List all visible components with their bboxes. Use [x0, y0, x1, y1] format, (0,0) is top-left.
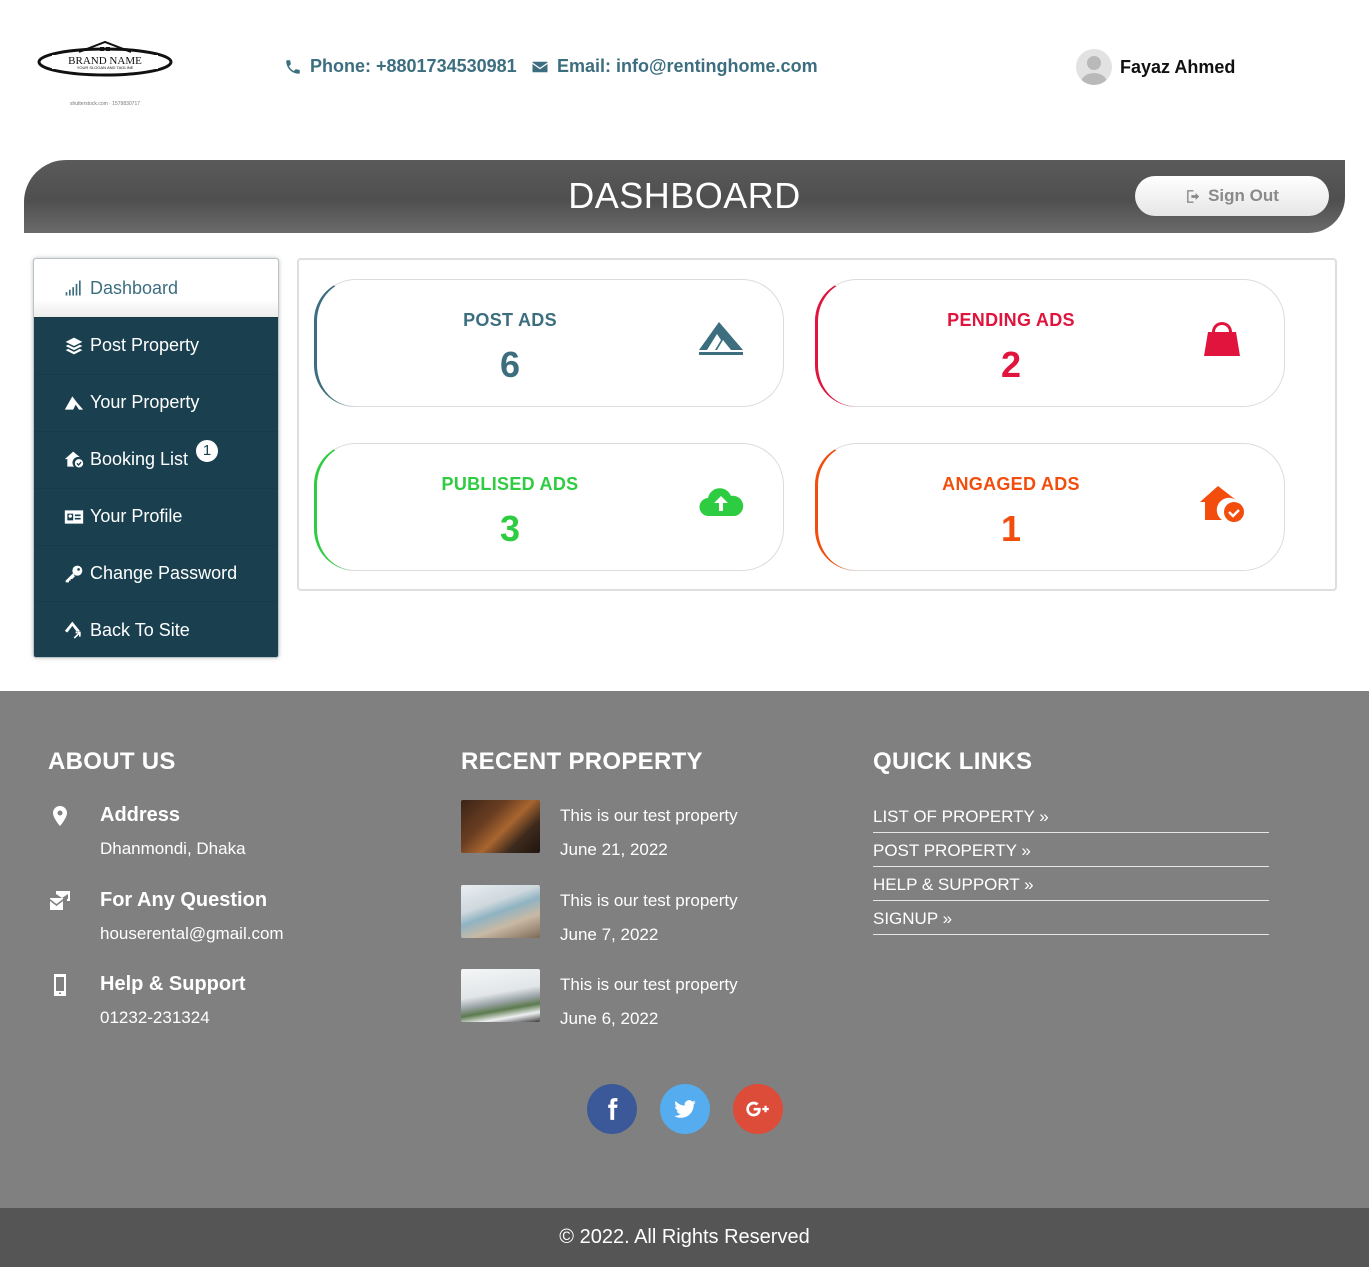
sidebar-item-label: Dashboard: [90, 277, 179, 298]
address-text: Dhanmondi, Dhaka: [100, 839, 246, 858]
google-plus-icon: [746, 1101, 769, 1117]
stat-card-pending-ads[interactable]: PENDING ADS 2: [815, 279, 1285, 407]
booking-count-badge: 1: [195, 438, 219, 463]
dashboard-banner: DASHBOARD Sign Out: [24, 160, 1345, 233]
facebook-icon: [608, 1098, 618, 1120]
sidebar-item-dashboard[interactable]: Dashboard: [34, 259, 278, 318]
question-title: For Any Question: [100, 889, 268, 911]
twitter-button[interactable]: [660, 1084, 710, 1134]
phone-text: Phone: +8801734530981: [310, 56, 517, 76]
question-email[interactable]: houserental@gmail.com: [100, 924, 284, 944]
sidebar-item-label: Booking List: [90, 449, 189, 470]
layers-icon: [65, 337, 83, 355]
shopping-bag-icon: [1198, 318, 1246, 360]
avatar[interactable]: [1076, 49, 1112, 85]
sidebar-item-your-property[interactable]: Your Property: [34, 375, 278, 432]
svg-text:shutterstock.com · 1579830717: shutterstock.com · 1579830717: [70, 101, 140, 107]
stat-value: 1: [1000, 508, 1022, 549]
quick-links-list: LIST OF PROPERTY » POST PROPERTY » HELP …: [873, 799, 1269, 935]
property-title[interactable]: This is our test property: [560, 806, 738, 826]
sidebar-item-back-to-site[interactable]: Back To Site: [34, 602, 278, 657]
sidebar-item-your-profile[interactable]: Your Profile: [34, 489, 278, 546]
cloud-upload-icon: [697, 482, 745, 524]
link-signup[interactable]: SIGNUP »: [873, 901, 1269, 935]
map-pin-icon: [48, 804, 76, 832]
quick-links-heading: QUICK LINKS: [873, 748, 1033, 775]
property-thumbnail[interactable]: [461, 885, 540, 938]
link-list-of-property[interactable]: LIST OF PROPERTY »: [873, 799, 1269, 833]
sidebar-item-change-password[interactable]: Change Password: [34, 546, 278, 603]
sidebar-item-label: Back To Site: [90, 619, 190, 640]
support-phone: 01232-231324: [100, 1008, 210, 1027]
sidebar: Dashboard Post Property Your Property Bo…: [33, 258, 279, 658]
property-thumbnail[interactable]: [461, 969, 540, 1022]
stat-card-post-ads[interactable]: POST ADS 6: [314, 279, 784, 407]
sidebar-item-label: Post Property: [90, 335, 200, 356]
property-title[interactable]: This is our test property: [560, 975, 738, 995]
address-title: Address: [100, 804, 181, 826]
stat-label: POST ADS: [463, 310, 557, 330]
sidebar-item-label: Change Password: [90, 563, 238, 583]
user-name: Fayaz Ahmed: [1120, 56, 1236, 77]
svg-text:YOUR SLOGAN AND TAGLINE: YOUR SLOGAN AND TAGLINE: [77, 65, 134, 70]
sign-out-icon: [1187, 189, 1200, 203]
phone-contact[interactable]: Phone: +8801734530981: [284, 56, 517, 77]
brand-logo[interactable]: BRAND NAME YOUR SLOGAN AND TAGLINE shutt…: [34, 38, 176, 113]
mobile-phone-icon: [48, 973, 76, 1001]
email-text: Email: info@rentinghome.com: [557, 56, 818, 76]
property-icon: [64, 396, 84, 410]
property-date: June 21, 2022: [560, 840, 668, 859]
email-contact[interactable]: Email: info@rentinghome.com: [531, 56, 818, 77]
sidebar-item-booking-list[interactable]: Booking List 1: [34, 432, 278, 489]
user-menu[interactable]: Fayaz Ahmed: [1076, 49, 1235, 85]
stat-label: PUBLISED ADS: [441, 474, 579, 494]
mail-question-icon: [48, 889, 76, 917]
sign-out-button[interactable]: Sign Out: [1135, 176, 1329, 216]
house-check-icon: [1198, 482, 1246, 524]
back-arrow-icon: [64, 622, 81, 640]
stat-value: 3: [499, 508, 521, 549]
stats-panel: POST ADS 6 PENDING ADS 2 PUBLISED ADS 3 …: [297, 258, 1337, 591]
sidebar-item-label: Your Property: [90, 392, 200, 413]
id-card-icon: [64, 509, 84, 524]
stat-card-engaged-ads[interactable]: ANGAGED ADS 1: [815, 443, 1285, 571]
stat-label: PENDING ADS: [947, 310, 1075, 330]
sidebar-item-label: Your Profile: [90, 506, 183, 527]
top-header: BRAND NAME YOUR SLOGAN AND TAGLINE shutt…: [0, 0, 1369, 135]
sidebar-item-post-property[interactable]: Post Property: [34, 318, 278, 375]
google-plus-button[interactable]: [733, 1084, 783, 1134]
copyright: © 2022. All Rights Reserved: [0, 1208, 1369, 1267]
stat-card-published-ads[interactable]: PUBLISED ADS 3: [314, 443, 784, 571]
phone-icon: [286, 59, 300, 74]
support-title: Help & Support: [100, 973, 246, 995]
footer: ABOUT US RECENT PROPERTY QUICK LINKS Add…: [0, 691, 1369, 1208]
property-date: June 6, 2022: [560, 1009, 659, 1028]
recent-property-heading: RECENT PROPERTY: [461, 748, 703, 775]
facebook-button[interactable]: [587, 1084, 637, 1134]
about-heading: ABOUT US: [48, 748, 176, 775]
link-help-support[interactable]: HELP & SUPPORT »: [873, 867, 1269, 901]
property-icon: [697, 318, 745, 360]
twitter-icon: [674, 1100, 696, 1118]
house-check-icon: [64, 451, 84, 468]
signal-bars-icon: [65, 280, 81, 296]
envelope-icon: [532, 61, 548, 72]
key-icon: [65, 565, 83, 582]
stat-value: 2: [1000, 344, 1022, 385]
stat-value: 6: [499, 344, 521, 385]
property-title[interactable]: This is our test property: [560, 891, 738, 911]
property-date: June 7, 2022: [560, 925, 659, 944]
property-thumbnail[interactable]: [461, 800, 540, 853]
stat-label: ANGAGED ADS: [942, 474, 1080, 494]
sign-out-label: Sign Out: [1208, 186, 1279, 205]
link-post-property[interactable]: POST PROPERTY »: [873, 833, 1269, 867]
